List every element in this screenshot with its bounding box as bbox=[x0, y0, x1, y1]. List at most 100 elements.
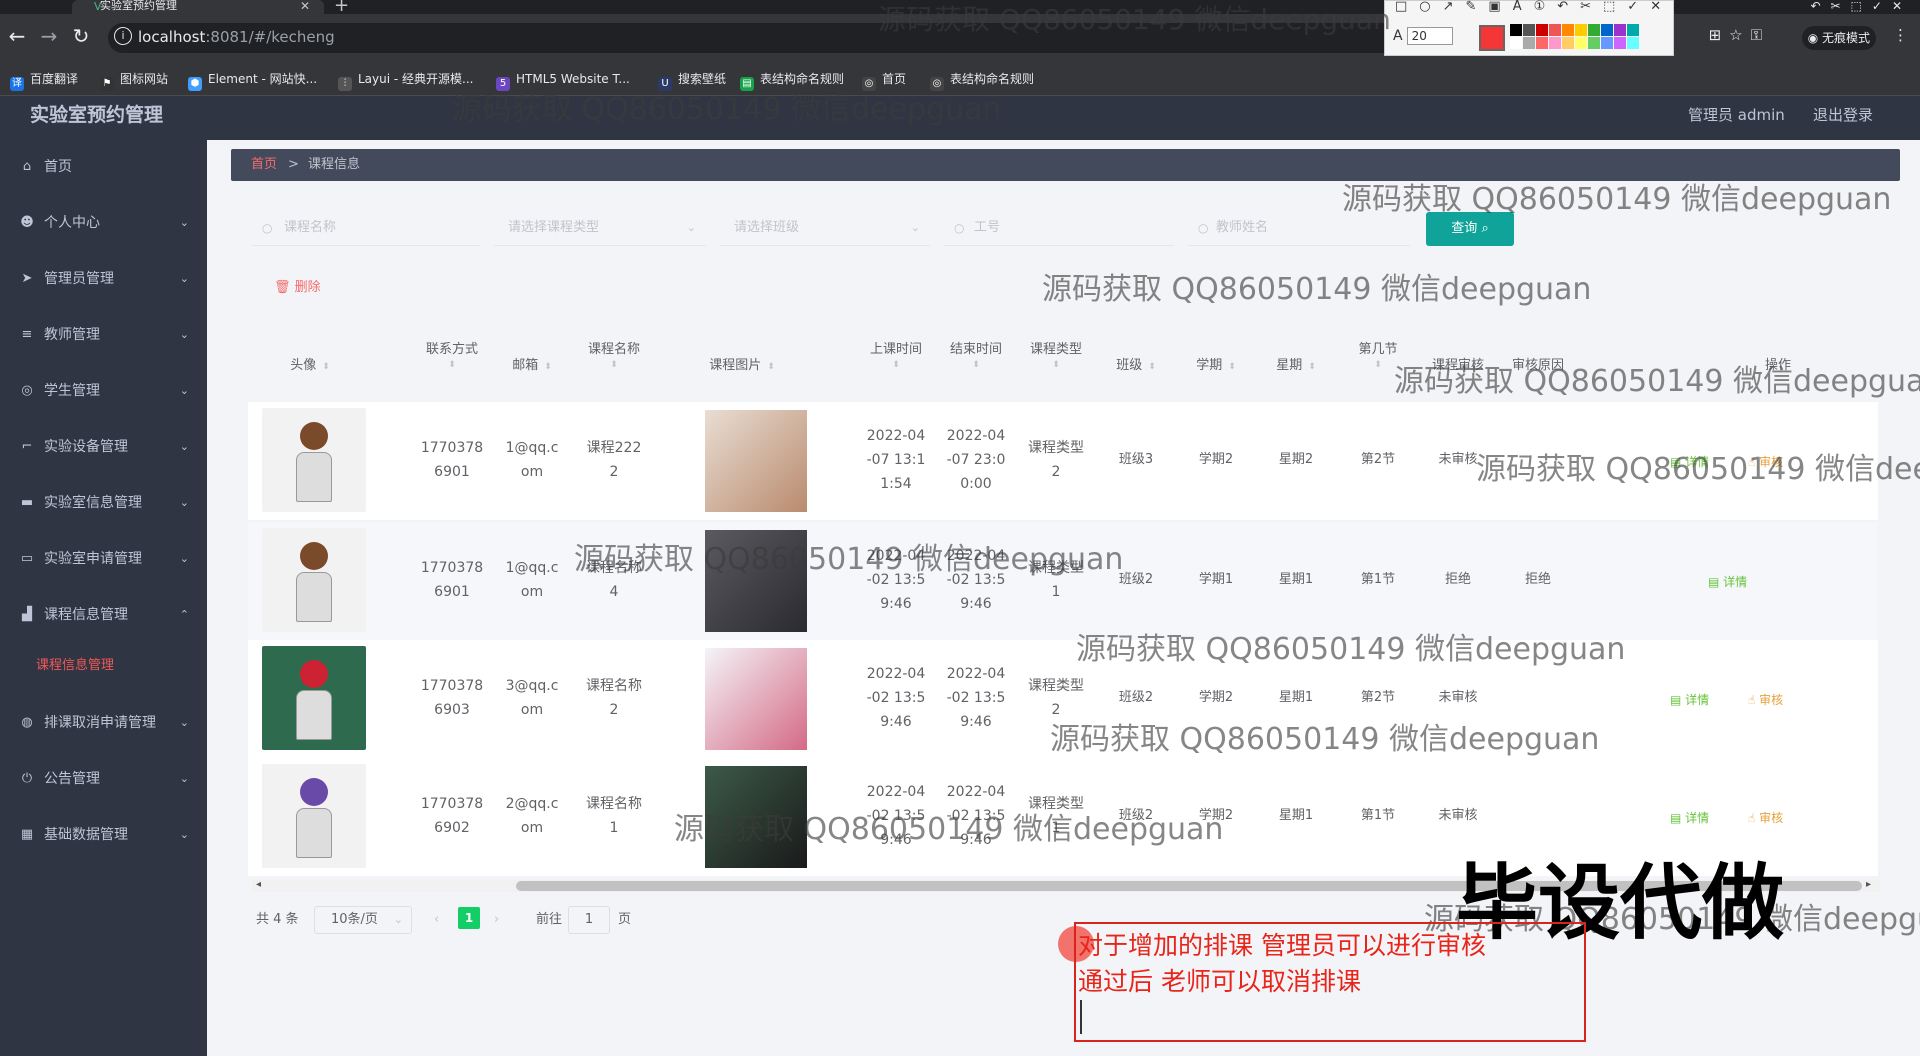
sidebar-item[interactable]: ☻ 个人中心 ⌄ bbox=[0, 202, 207, 244]
color-swatch[interactable] bbox=[1523, 37, 1535, 49]
sidebar-subitem-course-info[interactable]: 课程信息管理 bbox=[36, 656, 114, 676]
sidebar-item[interactable]: ▭ 实验室申请管理 ⌄ bbox=[0, 538, 207, 580]
draw-size-picker[interactable]: A 20 bbox=[1393, 27, 1453, 45]
detail-button[interactable]: ▤ 详情 bbox=[1670, 810, 1709, 826]
sidebar-item[interactable]: ▟ 课程信息管理 ⌃ bbox=[0, 594, 207, 636]
detail-button[interactable]: ▤ 详情 bbox=[1670, 692, 1709, 708]
logout-button[interactable]: 退出登录 bbox=[1813, 104, 1873, 126]
table-header[interactable]: 星期 ⬍ bbox=[1256, 356, 1336, 376]
table-header[interactable]: 课程图片 ⬍ bbox=[702, 356, 782, 376]
table-header[interactable]: 课程类型 ⬍ bbox=[1016, 340, 1096, 370]
page-size-select[interactable]: 10条/页 ⌄ bbox=[314, 906, 412, 934]
color-swatch[interactable] bbox=[1627, 24, 1639, 36]
color-swatch[interactable] bbox=[1549, 24, 1561, 36]
color-swatch[interactable] bbox=[1588, 24, 1600, 36]
sort-icon[interactable]: ⬍ bbox=[412, 360, 492, 370]
bookmark-item[interactable]: ⫶ Layui - 经典开源模... bbox=[338, 70, 473, 91]
bookmark-item[interactable]: ▤ 表结构命名规则 bbox=[740, 70, 844, 91]
sort-icon[interactable]: ⬍ bbox=[1016, 360, 1096, 370]
scroll-left-icon[interactable]: ◂ bbox=[256, 879, 261, 890]
forward-icon[interactable]: → bbox=[36, 24, 62, 48]
page-number[interactable]: 1 bbox=[458, 907, 480, 929]
bookmark-item[interactable]: U 搜索壁纸 bbox=[658, 70, 726, 91]
course-name-input[interactable]: ○ 课程名称 bbox=[252, 212, 480, 246]
draw-size-value[interactable]: 20 bbox=[1406, 27, 1453, 45]
course-type-select[interactable]: 请选择课程类型 ⌄ bbox=[494, 212, 706, 246]
sort-icon[interactable]: ⬍ bbox=[544, 362, 552, 372]
scroll-right-icon[interactable]: ▸ bbox=[1866, 879, 1871, 890]
sort-icon[interactable]: ⬍ bbox=[574, 360, 654, 370]
next-page-icon[interactable]: › bbox=[494, 906, 499, 934]
detail-button[interactable]: ▤ 详情 bbox=[1708, 574, 1747, 590]
color-swatch[interactable] bbox=[1601, 37, 1613, 49]
admin-user-label[interactable]: 管理员 admin bbox=[1688, 104, 1785, 126]
color-swatch[interactable] bbox=[1510, 24, 1522, 36]
sort-icon[interactable]: ⬍ bbox=[767, 362, 775, 372]
color-swatch[interactable] bbox=[1575, 24, 1587, 36]
sort-icon[interactable]: ⬍ bbox=[1148, 362, 1156, 372]
color-swatch[interactable] bbox=[1614, 37, 1626, 49]
sidebar-item[interactable]: ⌂ 首页 bbox=[0, 146, 207, 188]
color-swatch[interactable] bbox=[1601, 24, 1613, 36]
job-no-input[interactable]: ○ 工号 bbox=[944, 212, 1174, 246]
color-swatch[interactable] bbox=[1536, 37, 1548, 49]
sort-icon[interactable]: ⬍ bbox=[856, 360, 936, 370]
draw-tools[interactable]: □○↗✎▣A①↶✂⬚✓✕ bbox=[1395, 0, 1673, 14]
tab-close-icon[interactable]: ✕ bbox=[300, 0, 310, 13]
new-tab-icon[interactable]: + bbox=[334, 0, 349, 15]
color-swatch[interactable] bbox=[1562, 37, 1574, 49]
color-swatch[interactable] bbox=[1627, 37, 1639, 49]
sidebar-item[interactable]: ▬ 实验室信息管理 ⌄ bbox=[0, 482, 207, 524]
color-swatch[interactable] bbox=[1523, 24, 1535, 36]
bookmark-item[interactable]: 译百度翻译 bbox=[10, 70, 78, 91]
color-swatch[interactable] bbox=[1575, 37, 1587, 49]
audit-status-cell: 未审核 bbox=[1438, 808, 1478, 823]
sidebar-item[interactable]: ➤ 管理员管理 ⌄ bbox=[0, 258, 207, 300]
goto-page-input[interactable]: 1 bbox=[568, 906, 610, 934]
sidebar-item[interactable]: ⏻ 公告管理 ⌄ bbox=[0, 758, 207, 800]
bookmark-item[interactable]: ⚑ 图标网站 bbox=[100, 70, 168, 91]
bookmark-item[interactable]: ◎ 首页 bbox=[862, 70, 906, 91]
sort-icon[interactable]: ⬍ bbox=[322, 362, 330, 372]
incognito-badge[interactable]: ◉ 无痕模式 bbox=[1801, 26, 1876, 50]
info-icon[interactable]: i bbox=[114, 27, 132, 45]
color-swatch[interactable] bbox=[1549, 37, 1561, 49]
table-header[interactable]: 结束时间 ⬍ bbox=[936, 340, 1016, 370]
color-swatch[interactable] bbox=[1588, 37, 1600, 49]
table-header[interactable]: 学期 ⬍ bbox=[1176, 356, 1256, 376]
back-icon[interactable]: ← bbox=[4, 24, 30, 48]
url-text[interactable]: localhost:8081/#/kecheng bbox=[138, 27, 335, 47]
table-header[interactable]: 邮箱 ⬍ bbox=[492, 356, 572, 376]
audit-button[interactable]: ☝ 审核 bbox=[1748, 810, 1783, 826]
color-swatch[interactable] bbox=[1536, 24, 1548, 36]
sidebar-item[interactable]: ◍ 排课取消申请管理 ⌄ bbox=[0, 702, 207, 744]
reload-icon[interactable]: ↻ bbox=[68, 24, 94, 48]
bookmark-item[interactable]: 5 HTML5 Website T... bbox=[496, 70, 630, 91]
current-color-swatch[interactable] bbox=[1479, 25, 1505, 51]
breadcrumb-home[interactable]: 首页 bbox=[251, 156, 277, 174]
sidebar-item[interactable]: ⌐ 实验设备管理 ⌄ bbox=[0, 426, 207, 468]
table-header[interactable]: 上课时间 ⬍ bbox=[856, 340, 936, 370]
sort-icon[interactable]: ⬍ bbox=[1228, 362, 1236, 372]
audit-button[interactable]: ☝ 审核 bbox=[1748, 692, 1783, 708]
bookmark-item[interactable]: ◎ 表结构命名规则 bbox=[930, 70, 1034, 91]
sort-icon[interactable]: ⬍ bbox=[1308, 362, 1316, 372]
table-header[interactable]: 头像 ⬍ bbox=[270, 356, 350, 376]
color-swatch[interactable] bbox=[1614, 24, 1626, 36]
delete-button[interactable]: 🗑 删除 bbox=[274, 278, 321, 298]
table-header[interactable]: 联系方式 ⬍ bbox=[412, 340, 492, 370]
sidebar-item[interactable]: ◎ 学生管理 ⌄ bbox=[0, 370, 207, 412]
browser-tab[interactable]: 实验室预约管理 bbox=[72, 0, 324, 14]
menu-icon[interactable]: ⋮ bbox=[1893, 26, 1916, 44]
color-swatch[interactable] bbox=[1562, 24, 1574, 36]
color-swatch[interactable] bbox=[1510, 37, 1522, 49]
table-header[interactable]: 班级 ⬍ bbox=[1096, 356, 1176, 376]
prev-page-icon[interactable]: ‹ bbox=[434, 906, 439, 934]
class-select[interactable]: 请选择班级 ⌄ bbox=[720, 212, 930, 246]
extension-icons[interactable]: ⊞☆⚿ bbox=[1709, 26, 1770, 44]
sidebar-item[interactable]: ≡ 教师管理 ⌄ bbox=[0, 314, 207, 356]
table-header[interactable]: 课程名称 ⬍ bbox=[574, 340, 654, 370]
sidebar-item[interactable]: ▦ 基础数据管理 ⌄ bbox=[0, 814, 207, 856]
bookmark-item[interactable]: ⬢ Element - 网站快... bbox=[188, 70, 317, 91]
sort-icon[interactable]: ⬍ bbox=[936, 360, 1016, 370]
